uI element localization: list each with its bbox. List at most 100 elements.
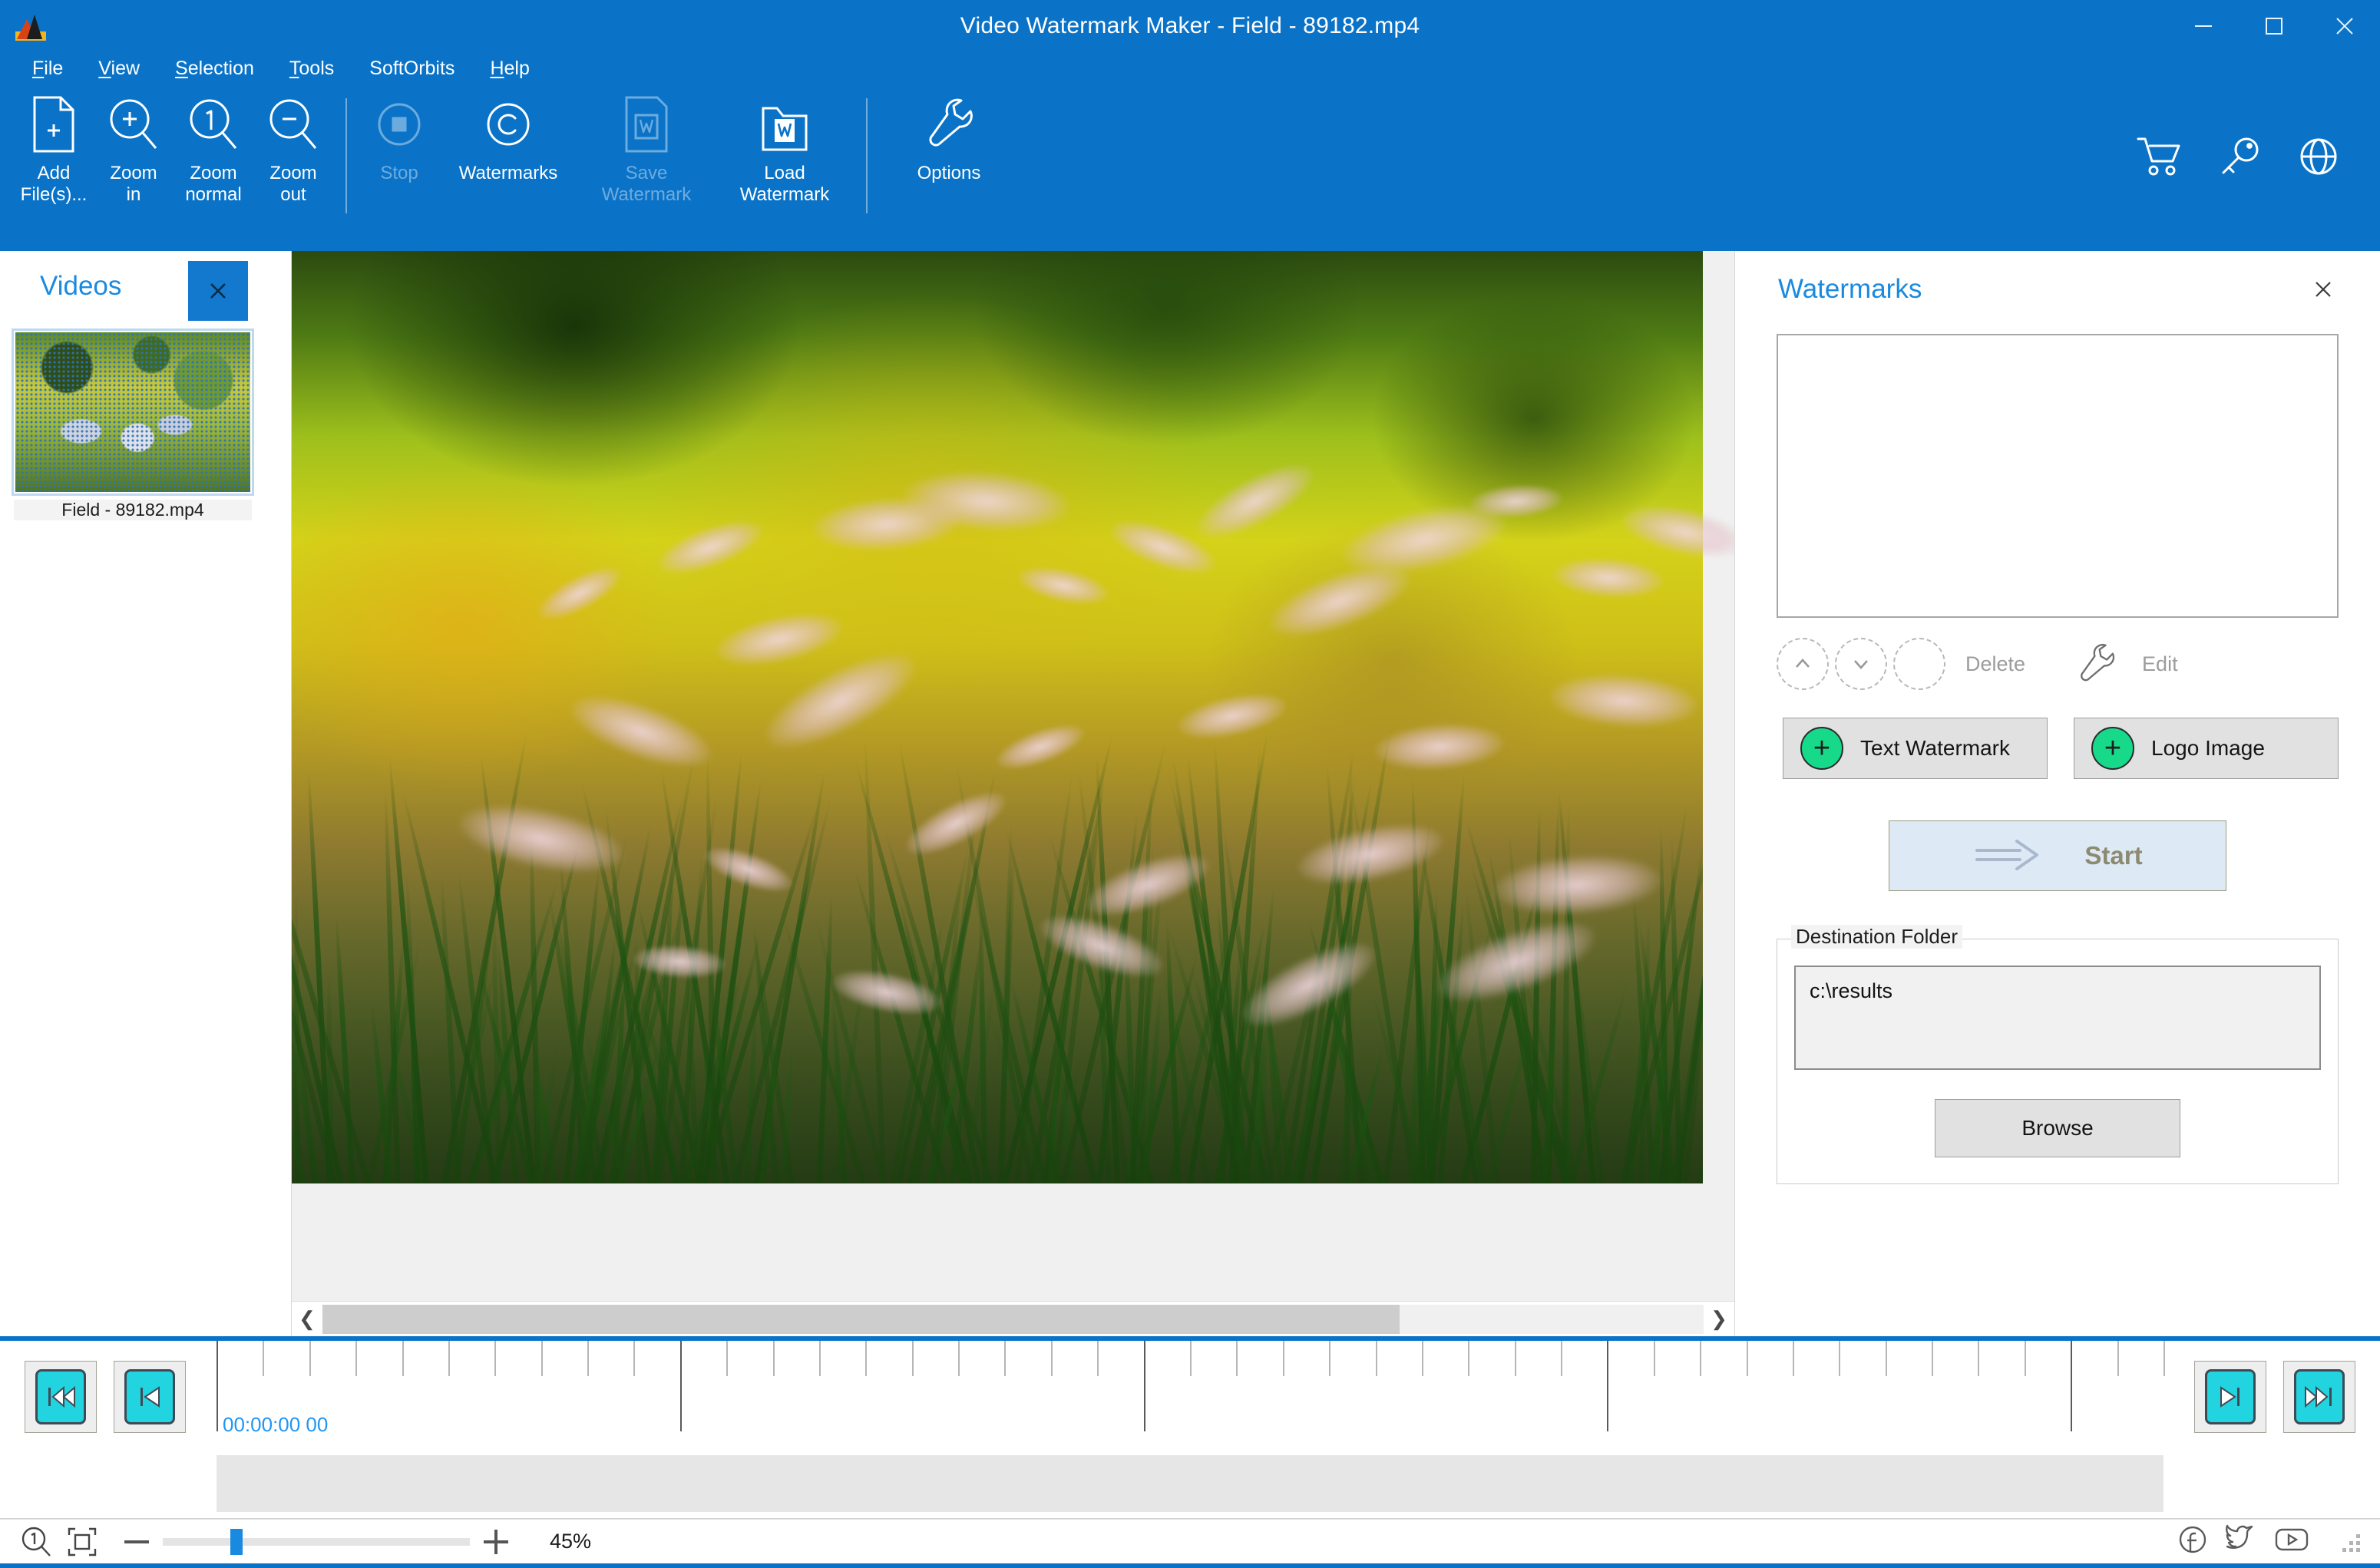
menu-item-view[interactable]: View <box>98 58 140 80</box>
watermark-add-row: + Text Watermark + Logo Image <box>1783 718 2339 779</box>
watermarks-panel-close-button[interactable] <box>2306 272 2340 306</box>
skip-forward-icon <box>2294 1369 2345 1424</box>
scrollbar-track[interactable] <box>322 1304 1704 1334</box>
fit-to-window-icon[interactable] <box>66 1526 98 1558</box>
chevron-right-icon[interactable]: ❯ <box>1704 1302 1734 1337</box>
toolbar-load-watermark-button[interactable]: Load Watermark <box>716 84 854 223</box>
minimize-button[interactable] <box>2168 0 2239 52</box>
watermarks-panel-header: Watermarks <box>1761 251 2354 328</box>
timeline-ruler-area[interactable]: 00:00:00 00 <box>217 1341 2165 1518</box>
ruler-tick <box>1236 1341 1238 1376</box>
video-list <box>0 322 291 496</box>
ruler-tick <box>217 1341 218 1431</box>
resize-grip-icon[interactable] <box>2340 1532 2360 1552</box>
pampas-plume <box>1231 927 1387 1042</box>
toolbar-options-button[interactable]: Options <box>880 84 1018 223</box>
pampas-plume <box>1492 850 1663 919</box>
skip-back-icon <box>35 1369 86 1424</box>
toolbar-right-icons <box>2136 135 2340 182</box>
menu-item-file[interactable]: File <box>32 58 63 80</box>
step-back-button[interactable] <box>114 1361 186 1433</box>
scrollbar-thumb[interactable] <box>322 1304 1400 1334</box>
zoom-out-minus-icon[interactable] <box>121 1533 152 1551</box>
add-logo-image-label: Logo Image <box>2151 736 2265 760</box>
timeline-ruler[interactable] <box>217 1341 2165 1456</box>
ruler-tick <box>2071 1341 2072 1431</box>
videos-panel-close-button[interactable] <box>188 261 248 321</box>
toolbar-watermarks-button[interactable]: Watermarks <box>439 84 577 223</box>
watermarks-list[interactable] <box>1777 334 2339 618</box>
ruler-tick <box>309 1341 311 1376</box>
chevron-left-icon[interactable]: ❮ <box>292 1302 322 1337</box>
toolbar-zoom-normal-button[interactable]: Zoom normal <box>174 84 253 223</box>
pampas-plume <box>651 510 769 585</box>
zoom-slider[interactable] <box>163 1528 470 1555</box>
add-file-icon <box>30 92 78 157</box>
toolbar-zoom-in-button[interactable]: Zoom in <box>94 84 174 223</box>
youtube-icon[interactable] <box>2274 1526 2309 1557</box>
key-icon[interactable] <box>2219 135 2262 182</box>
destination-path-input[interactable]: c:\results <box>1794 966 2321 1070</box>
plus-circle-icon: + <box>2091 727 2134 770</box>
twitter-icon[interactable] <box>2225 1524 2257 1559</box>
pampas-plume <box>1014 560 1112 611</box>
globe-icon[interactable] <box>2297 135 2340 182</box>
menu-item-softorbits[interactable]: SoftOrbits <box>369 58 455 80</box>
plus-circle-icon: + <box>1800 727 1843 770</box>
pampas-plume <box>563 682 719 781</box>
facebook-icon[interactable] <box>2177 1524 2208 1559</box>
edit-label: Edit <box>2142 652 2178 675</box>
add-text-watermark-button[interactable]: + Text Watermark <box>1783 718 2048 779</box>
preview-horizontal-scrollbar[interactable]: ❮ ❯ <box>292 1301 1734 1336</box>
zoom-one-icon[interactable] <box>20 1525 54 1559</box>
zoom-in-plus-icon[interactable] <box>481 1527 511 1557</box>
step-forward-button[interactable] <box>2194 1361 2266 1433</box>
close-button[interactable] <box>2309 0 2380 52</box>
pampas-plume <box>897 781 1014 867</box>
ruler-tick <box>448 1341 450 1376</box>
skip-to-start-button[interactable] <box>25 1361 97 1433</box>
delete-circle-icon[interactable] <box>1893 638 1945 690</box>
browse-button[interactable]: Browse <box>1935 1099 2180 1157</box>
pampas-plume <box>1188 451 1323 552</box>
video-frame <box>292 251 1734 1183</box>
preview-canvas[interactable] <box>292 251 1734 1301</box>
zoom-slider-handle[interactable] <box>230 1528 243 1555</box>
wrench-icon <box>924 92 973 157</box>
watermarks-panel: Watermarks Delete Edit + Text Watermark … <box>1735 251 2380 1336</box>
cart-icon[interactable] <box>2136 135 2183 182</box>
social-links <box>2177 1524 2360 1559</box>
toolbar-save-watermark-label: Save Watermark <box>601 163 692 205</box>
edit-wrench-icon[interactable] <box>2070 638 2122 690</box>
copyright-icon <box>481 92 535 157</box>
menu-label-help: elp <box>504 57 530 79</box>
menu-item-tools[interactable]: Tools <box>289 58 334 80</box>
menu-label-tools: ools <box>299 57 335 79</box>
maximize-button[interactable] <box>2239 0 2309 52</box>
toolbar-stop-label: Stop <box>380 163 418 183</box>
toolbar-zoom-out-button[interactable]: Zoom out <box>253 84 333 223</box>
move-down-button[interactable] <box>1835 638 1887 690</box>
timeline-track[interactable] <box>217 1455 2163 1512</box>
skip-to-end-button[interactable] <box>2283 1361 2355 1433</box>
list-item[interactable] <box>12 328 254 496</box>
video-filename-label: Field - 89182.mp4 <box>14 500 252 520</box>
toolbar-stop-button: Stop <box>359 84 439 223</box>
move-up-button[interactable] <box>1777 638 1829 690</box>
pampas-plume <box>1079 841 1216 929</box>
start-button[interactable]: Start <box>1889 820 2226 891</box>
zoom-in-icon <box>107 92 160 157</box>
load-watermark-icon <box>759 92 810 157</box>
videos-panel-title: Videos <box>40 271 122 301</box>
add-logo-image-button[interactable]: + Logo Image <box>2074 718 2339 779</box>
menu-item-help[interactable]: Help <box>490 58 529 80</box>
toolbar-add-files-button[interactable]: Add File(s)... <box>14 84 94 223</box>
pampas-plume <box>1174 685 1291 747</box>
watermarks-panel-title: Watermarks <box>1778 274 1922 304</box>
menu-item-selection[interactable]: Selection <box>175 58 254 80</box>
toolbar-separator-2 <box>866 98 868 213</box>
start-button-label: Start <box>2084 841 2143 870</box>
pampas-plume <box>632 942 727 981</box>
pampas-plume <box>1469 482 1564 520</box>
ruler-tick <box>1978 1341 1979 1376</box>
